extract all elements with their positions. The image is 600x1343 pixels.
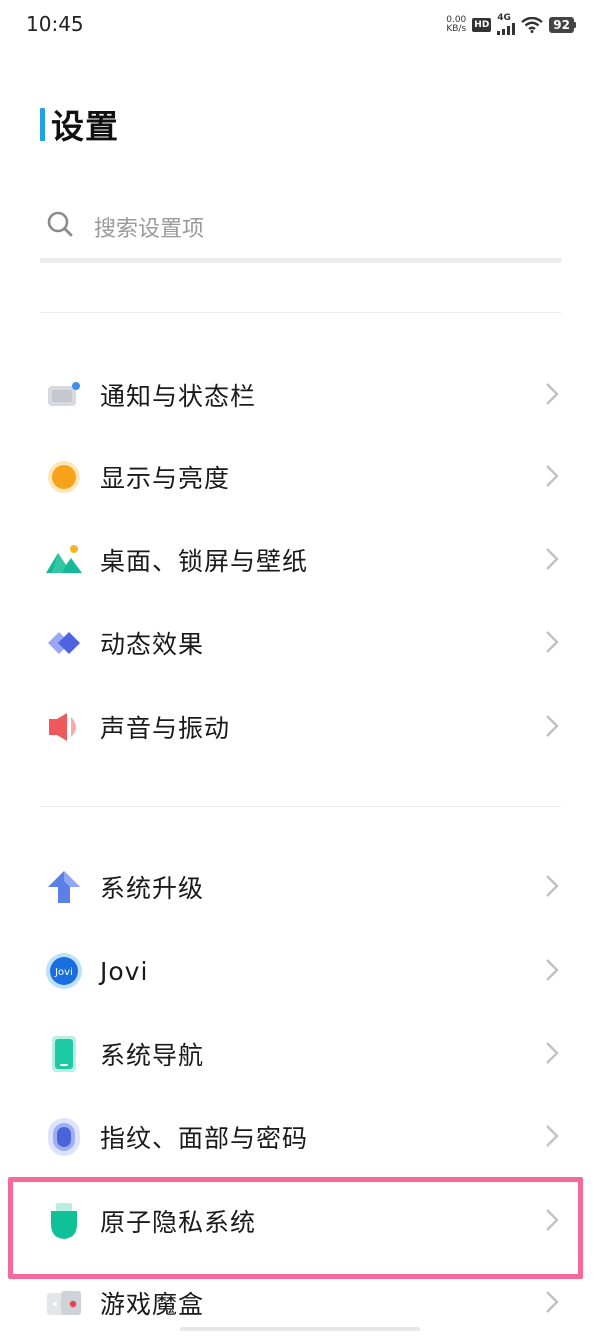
- chevron-right-icon: [546, 875, 559, 897]
- chevron-right-icon: [546, 548, 559, 570]
- chevron-right-icon: [546, 715, 559, 737]
- signal-type: 4G: [497, 13, 511, 23]
- menu-item-notification-statusbar[interactable]: 通知与状态栏: [40, 355, 565, 435]
- menu-item-label: 游戏魔盒: [100, 1290, 205, 1319]
- jovi-icon: Jovi: [42, 949, 86, 993]
- divider: [40, 312, 561, 313]
- chevron-right-icon: [546, 1291, 559, 1313]
- menu-item-label: 声音与振动: [100, 714, 231, 743]
- search-icon: [47, 211, 73, 237]
- menu-item-sound-vibration[interactable]: 声音与振动: [40, 687, 565, 767]
- chevron-right-icon: [546, 1125, 559, 1147]
- hd-badge: HD: [472, 17, 492, 32]
- menu-item-wallpaper[interactable]: 桌面、锁屏与壁纸: [40, 520, 565, 600]
- menu-item-display-brightness[interactable]: 显示与亮度: [40, 437, 565, 517]
- menu-item-label: 通知与状态栏: [100, 382, 257, 411]
- page-title: 设置: [51, 107, 119, 146]
- menu-item-label: 系统导航: [100, 1041, 205, 1070]
- svg-text:Jovi: Jovi: [54, 967, 73, 978]
- chevron-right-icon: [546, 959, 559, 981]
- menu-item-label: 桌面、锁屏与壁纸: [100, 547, 309, 576]
- search-placeholder: 搜索设置项: [94, 217, 205, 242]
- battery-level: 92: [549, 16, 574, 33]
- chevron-right-icon: [546, 465, 559, 487]
- home-indicator[interactable]: [180, 1327, 420, 1331]
- display-brightness-icon: [42, 455, 86, 499]
- menu-item-label: 系统升级: [100, 874, 205, 903]
- system-update-icon: [42, 865, 86, 909]
- chevron-right-icon: [546, 383, 559, 405]
- wallpaper-icon: [42, 538, 86, 582]
- system-navigation-icon: [42, 1032, 86, 1076]
- menu-item-game-box[interactable]: 游戏魔盒: [40, 1263, 565, 1343]
- menu-item-label: 显示与亮度: [100, 464, 231, 493]
- page-header: 设置: [40, 100, 119, 148]
- menu-item-system-update[interactable]: 系统升级: [40, 847, 565, 927]
- chevron-right-icon: [546, 1042, 559, 1064]
- network-speed: 0.00 KB/s: [446, 15, 467, 34]
- status-time: 10:45: [26, 12, 84, 36]
- status-icons: 0.00 KB/s HD 4G 92: [446, 14, 576, 35]
- menu-item-system-navigation[interactable]: 系统导航: [40, 1014, 565, 1094]
- game-box-icon: [42, 1281, 86, 1325]
- chevron-right-icon: [546, 631, 559, 653]
- menu-item-fingerprint[interactable]: 指纹、面部与密码: [40, 1097, 565, 1177]
- wifi-icon: [521, 16, 544, 33]
- status-bar: 10:45 0.00 KB/s HD 4G 92: [0, 0, 600, 52]
- cellular-signal-icon: 4G: [497, 13, 516, 35]
- notification-statusbar-icon: [42, 373, 86, 417]
- menu-item-jovi[interactable]: Jovi Jovi: [40, 931, 565, 1011]
- search-input[interactable]: 搜索设置项: [40, 196, 561, 263]
- sound-vibration-icon: [42, 705, 86, 749]
- fingerprint-icon: [42, 1115, 86, 1159]
- title-accent-bar: [40, 107, 45, 141]
- divider: [40, 806, 561, 807]
- menu-item-label: 动态效果: [100, 630, 205, 659]
- menu-item-label: Jovi: [100, 956, 149, 986]
- motion-effects-icon: [42, 621, 86, 665]
- network-speed-unit: KB/s: [446, 23, 467, 34]
- menu-item-motion-effects[interactable]: 动态效果: [40, 603, 565, 683]
- menu-item-label: 指纹、面部与密码: [100, 1124, 309, 1153]
- battery-icon: 92: [549, 16, 576, 33]
